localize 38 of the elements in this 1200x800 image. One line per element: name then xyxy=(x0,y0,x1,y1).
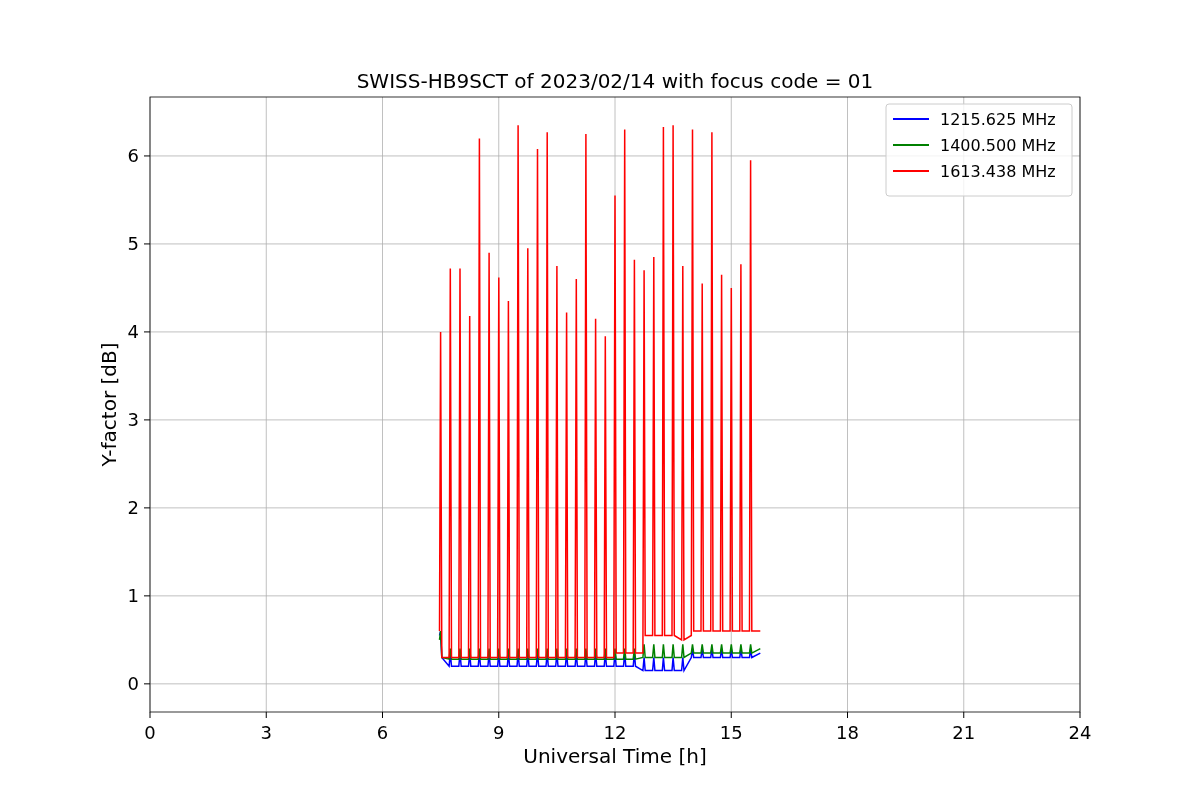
tick-mark xyxy=(143,243,151,245)
tick-label: 24 xyxy=(1068,722,1092,743)
tick-label: 6 xyxy=(127,145,139,167)
tick-label: 5 xyxy=(127,233,139,255)
tick-mark xyxy=(143,507,151,509)
tick-mark xyxy=(730,711,732,719)
y-axis-label: Y-factor [dB] xyxy=(97,342,121,467)
tick-mark xyxy=(143,595,151,597)
tick-label: 12 xyxy=(603,722,627,743)
tick-mark xyxy=(382,711,383,719)
tick-label: 21 xyxy=(952,722,976,743)
tick-mark xyxy=(143,331,151,333)
tick-mark xyxy=(143,419,151,421)
tick-mark xyxy=(847,711,848,719)
tick-label: 0 xyxy=(144,722,156,743)
tick-label: 6 xyxy=(376,722,389,743)
tick-label: 2 xyxy=(127,497,139,519)
x-axis-label: Universal Time [h] xyxy=(523,744,707,768)
legend-label: 1215.625 MHz xyxy=(940,110,1056,129)
tick-mark xyxy=(143,683,151,685)
tick-mark xyxy=(265,711,267,719)
legend-label: 1613.438 MHz xyxy=(940,162,1056,181)
tick-mark xyxy=(963,711,965,719)
tick-label: 0 xyxy=(127,673,139,695)
tick-label: 9 xyxy=(493,722,505,743)
tick-label: 1 xyxy=(127,585,139,607)
chart-title: SWISS-HB9SCT of 2023/02/14 with focus code = 01 xyxy=(356,69,874,93)
tick-mark xyxy=(149,711,151,719)
tick-label: 4 xyxy=(127,321,139,343)
tick-mark xyxy=(1079,711,1081,719)
tick-mark xyxy=(143,155,151,157)
tick-label: 15 xyxy=(719,722,743,743)
tick-label: 3 xyxy=(260,722,272,743)
tick-mark xyxy=(614,711,616,719)
tick-label: 18 xyxy=(836,722,859,743)
tick-mark xyxy=(498,711,500,719)
legend-label: 1400.500 MHz xyxy=(940,136,1056,155)
tick-label: 3 xyxy=(127,409,139,431)
